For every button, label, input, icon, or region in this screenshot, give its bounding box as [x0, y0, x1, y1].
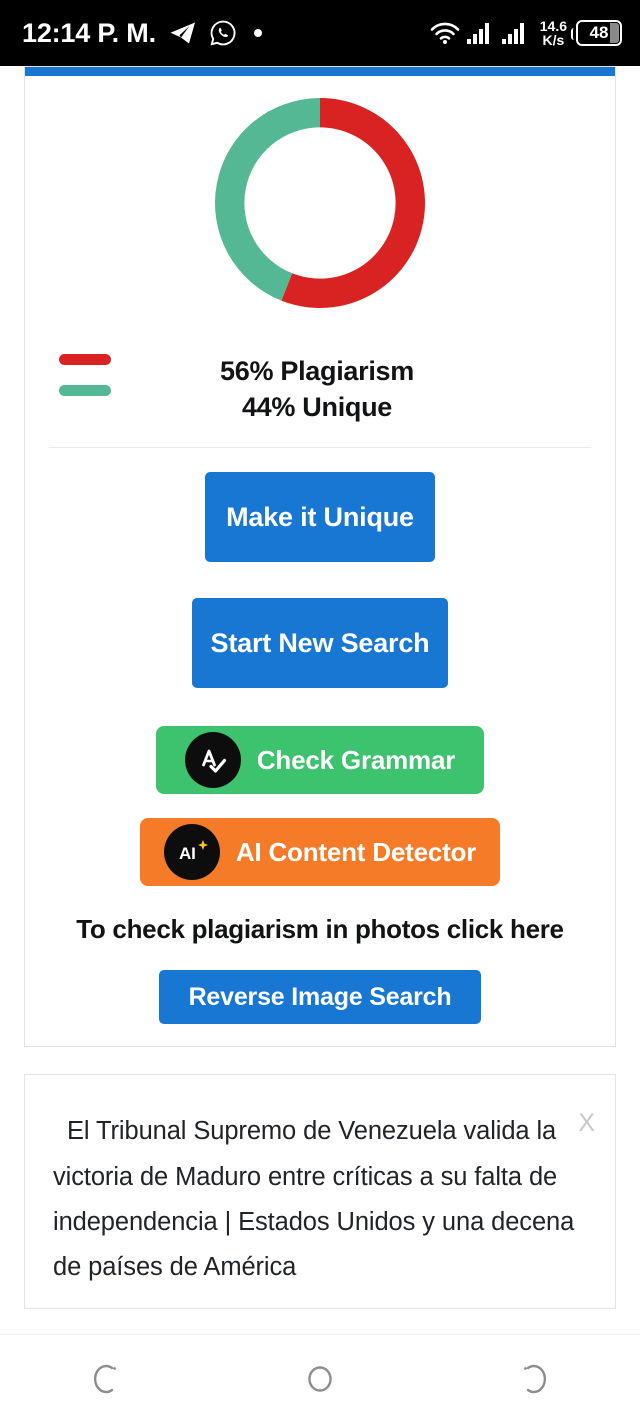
card-body: 56% Plagiarism 44% Unique Make it Unique… [25, 76, 615, 1046]
legend-swatches [59, 354, 111, 396]
legend-label-unique: 44% Unique [241, 391, 393, 422]
ai-content-detector-label: AI Content Detector [235, 836, 477, 867]
grammar-check-icon [184, 732, 241, 789]
donut-slice-unique [214, 98, 320, 301]
source-result-text: El Tribunal Supremo de Venezuela valida … [53, 1117, 575, 1282]
donut-slice-plagiarism [281, 98, 425, 308]
plagiarism-result-card: 56% Plagiarism 44% Unique Make it Unique… [24, 66, 616, 1048]
ai-content-detector-button[interactable]: AI AI Content Detector [140, 818, 500, 887]
check-grammar-label: Check Grammar [256, 744, 456, 775]
network-speed-value: 14.6 [539, 17, 567, 34]
make-it-unique-button[interactable]: Make it Unique [205, 472, 435, 563]
donut-svg [214, 98, 425, 308]
reverse-image-search-button[interactable]: Reverse Image Search [159, 970, 481, 1025]
svg-text:AI: AI [179, 844, 196, 863]
close-icon[interactable]: X [578, 1111, 595, 1136]
check-grammar-button[interactable]: Check Grammar [156, 726, 484, 795]
start-new-search-row: Start New Search [25, 562, 615, 689]
status-bar-right: 14.6 K/s 48 [430, 17, 622, 48]
ai-sparkle-icon: AI [163, 824, 220, 881]
battery-indicator: 48 [571, 20, 622, 46]
card-accent-bar [25, 67, 615, 76]
network-speed-indicator: 14.6 K/s [539, 17, 567, 48]
source-result-card: El Tribunal Supremo de Venezuela valida … [24, 1074, 616, 1310]
whatsapp-icon [210, 20, 236, 46]
home-circle-icon[interactable] [290, 1349, 350, 1409]
signal-sim1-icon [466, 22, 495, 44]
make-unique-row: Make it Unique [25, 448, 615, 563]
recents-gesture-icon[interactable] [503, 1349, 563, 1409]
dot-indicator [253, 29, 262, 37]
start-new-search-button[interactable]: Start New Search [192, 598, 448, 689]
back-gesture-icon[interactable] [77, 1349, 137, 1409]
status-clock: 12:14 P. M. [22, 17, 156, 48]
donut-graphic [214, 98, 425, 308]
ai-content-detector-row: AI AI Content Detector [25, 794, 615, 887]
status-bar-left: 12:14 P. M. [22, 18, 430, 49]
legend-swatch-plagiarism [59, 354, 111, 365]
network-speed-unit: K/s [542, 32, 565, 48]
battery-level: 48 [589, 23, 609, 42]
chart-legend: 56% Plagiarism 44% Unique [25, 308, 615, 425]
wifi-icon [430, 21, 460, 45]
telegram-icon [169, 20, 197, 46]
page-content: 56% Plagiarism 44% Unique Make it Unique… [0, 66, 640, 1422]
check-grammar-row: Check Grammar [25, 688, 615, 795]
plagiarism-donut-chart [25, 76, 615, 308]
status-bar: 12:14 P. M. 14.6 K/s 48 [0, 0, 640, 66]
legend-label-plagiarism: 56% Plagiarism [220, 356, 414, 386]
system-navigation-bar [0, 1334, 640, 1422]
legend-labels: 56% Plagiarism 44% Unique [25, 354, 615, 425]
battery-fill [610, 23, 619, 43]
reverse-image-search-row: Reverse Image Search [25, 948, 615, 1025]
photo-plagiarism-helper-text: To check plagiarism in photos click here [76, 914, 564, 945]
legend-swatch-unique [59, 385, 111, 396]
signal-sim2-icon [501, 22, 530, 44]
